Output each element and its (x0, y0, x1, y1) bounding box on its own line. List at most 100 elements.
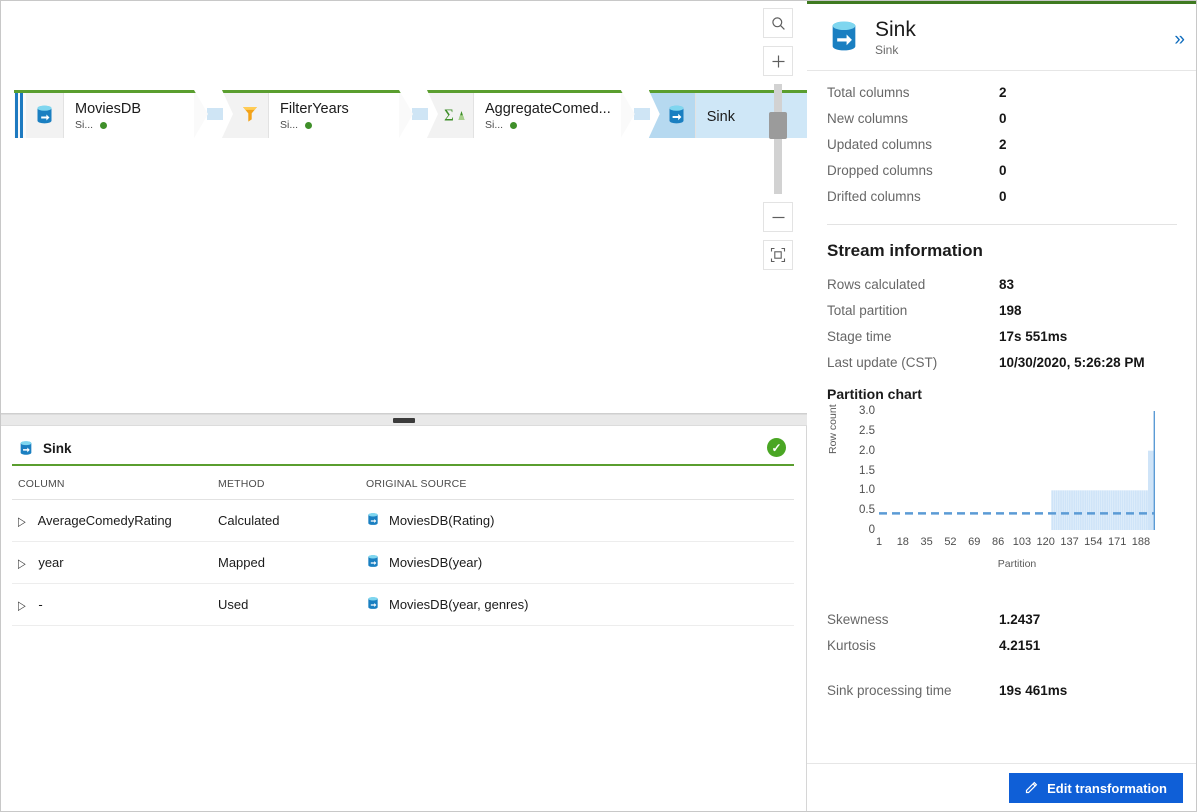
expand-chevron-icon[interactable]: ▷ (18, 516, 26, 530)
graph-node-moviesdb-wrap: MoviesDB Si... (14, 90, 223, 138)
stat-value: 0 (999, 163, 1007, 178)
stat-value: 83 (999, 277, 1015, 292)
inspect-title: Sink (43, 440, 72, 456)
success-check-icon: ✓ (767, 438, 786, 457)
node-body: AggregateComed... Si... (474, 90, 621, 138)
chart-x-tick-label: 120 (1036, 536, 1055, 548)
chart-x-tick-label: 103 (1012, 536, 1032, 548)
canvas-zoom-toolbar (763, 8, 793, 278)
stat-updated-columns: Updated columns 2 (827, 137, 1177, 152)
table-row[interactable]: ▷ - Used MoviesDB(year, genres) (12, 583, 794, 626)
graph-node-moviesdb[interactable]: MoviesDB Si... (14, 90, 208, 138)
double-chevron-right-icon[interactable]: » (1174, 30, 1185, 49)
stat-value: 2 (999, 85, 1007, 100)
data-flow-debug-screen: MoviesDB Si... FilterYears Si... Σ Aggre… (0, 0, 1197, 812)
svg-text:Σ: Σ (444, 106, 454, 125)
stat-label: New columns (827, 111, 909, 126)
cell-method: Used (212, 583, 360, 626)
node-body: MoviesDB Si... (64, 90, 194, 138)
stat-rows-calculated: Rows calculated 83 (827, 277, 1177, 292)
stat-label: Total partition (827, 303, 908, 318)
cell-column: ▷ year (12, 541, 212, 584)
stat-total-columns: Total columns 2 (827, 85, 1177, 100)
chart-x-tick-label: 18 (896, 536, 909, 548)
stat-label: Rows calculated (827, 277, 926, 292)
cell-column: ▷ AverageComedyRating (12, 499, 212, 542)
chart-y-tick-label: 2.5 (859, 424, 875, 437)
aggregate-sigma-icon: Σ (427, 90, 474, 138)
stat-label: Sink processing time (827, 683, 952, 698)
chart-x-tick-label: 86 (991, 536, 1005, 548)
graph-node-filteryears[interactable]: FilterYears Si... (222, 90, 413, 138)
stat-new-columns: New columns 0 (827, 111, 1177, 126)
node-subtitle: Si... (485, 119, 504, 131)
node-status-bar (427, 90, 635, 93)
chart-x-tick-label: 69 (968, 536, 981, 548)
source-db-icon (366, 596, 380, 613)
cell-method: Mapped (212, 541, 360, 584)
graph-node-aggregatecomedyratings[interactable]: Σ AggregateComed... Si... (427, 90, 635, 138)
col-header-column: COLUMN (12, 466, 212, 500)
stat-label: Kurtosis (827, 638, 876, 653)
source-db-icon (26, 90, 64, 138)
stat-label: Updated columns (827, 137, 933, 152)
stat-value: 0 (999, 111, 1007, 126)
edit-transformation-label: Edit transformation (1047, 780, 1167, 796)
node-source-indicator (14, 90, 26, 138)
cell-column: ▷ - (12, 583, 212, 626)
zoom-in-button[interactable] (763, 46, 793, 76)
node-status-dot-icon (305, 122, 312, 129)
cell-method: Calculated (212, 499, 360, 542)
sink-db-icon (18, 440, 34, 456)
expand-chevron-icon[interactable]: ▷ (18, 558, 26, 572)
panel-divider (827, 224, 1177, 225)
source-name: MoviesDB(Rating) (389, 513, 495, 528)
source-name: MoviesDB(year, genres) (389, 597, 529, 612)
panel-title: Sink (875, 18, 916, 41)
stat-value: 2 (999, 137, 1007, 152)
chart-x-tick-label: 154 (1084, 536, 1103, 548)
stat-value: 1.2437 (999, 612, 1041, 627)
stat-kurtosis: Kurtosis 4.2151 (827, 638, 1177, 653)
splitter-grip[interactable] (392, 417, 415, 423)
left-pane: MoviesDB Si... FilterYears Si... Σ Aggre… (0, 0, 807, 812)
chart-y-tick-label: 0 (868, 524, 875, 536)
sink-db-icon (827, 19, 861, 58)
chart-plot-area (879, 411, 1155, 530)
stat-value: 0 (999, 189, 1007, 204)
chart-x-ticks: 1 18 35 52 69 86 103 120 137 154 171 188 (875, 536, 1155, 552)
source-name: MoviesDB(year) (389, 555, 483, 570)
source-db-icon (366, 512, 380, 529)
chart-x-tick-label: 1 (875, 536, 883, 548)
chart-x-tick-label: 171 (1107, 536, 1127, 548)
expand-chevron-icon[interactable]: ▷ (18, 600, 26, 614)
data-flow-canvas[interactable]: MoviesDB Si... FilterYears Si... Σ Aggre… (0, 0, 807, 414)
graph-connector (633, 108, 650, 120)
stat-label: Skewness (827, 612, 889, 627)
zoom-out-button[interactable] (763, 202, 793, 232)
pane-splitter[interactable] (0, 414, 807, 426)
stat-label: Drifted columns (827, 189, 921, 204)
chart-x-tick-label: 35 (920, 536, 933, 548)
chart-svg (879, 411, 1155, 530)
stat-value: 19s 461ms (999, 683, 1068, 698)
edit-transformation-button[interactable]: Edit transformation (1009, 773, 1183, 803)
columns-table: COLUMN METHOD ORIGINAL SOURCE ▷ AverageC… (12, 466, 794, 626)
node-subtitle: Si... (75, 119, 94, 131)
chart-y-tick-label: 0.5 (859, 504, 875, 517)
table-row[interactable]: ▷ AverageComedyRating Calculated MoviesD… (12, 499, 794, 542)
cell-source: MoviesDB(Rating) (360, 499, 794, 542)
chart-y-ticks: 0 0.5 1.0 1.5 2.0 2.5 3.0 (845, 405, 875, 536)
data-flow-graph: MoviesDB Si... FilterYears Si... Σ Aggre… (14, 90, 807, 138)
fit-to-screen-icon[interactable] (763, 240, 793, 270)
col-header-original-source: ORIGINAL SOURCE (360, 466, 794, 500)
zoom-slider-handle[interactable] (769, 112, 787, 139)
zoom-slider[interactable] (769, 84, 787, 194)
table-header-row: COLUMN METHOD ORIGINAL SOURCE (12, 466, 794, 500)
partition-chart: Row count 0 0.5 1.0 1.5 2.0 2.5 3.0 1 18 35 52 69 8… (823, 404, 1173, 578)
partition-chart-heading: Partition chart (827, 386, 922, 402)
search-icon[interactable] (763, 8, 793, 38)
node-status-dot-icon (510, 122, 517, 129)
node-subtitle: Si... (280, 119, 299, 131)
table-row[interactable]: ▷ year Mapped MoviesDB(year) (12, 541, 794, 584)
